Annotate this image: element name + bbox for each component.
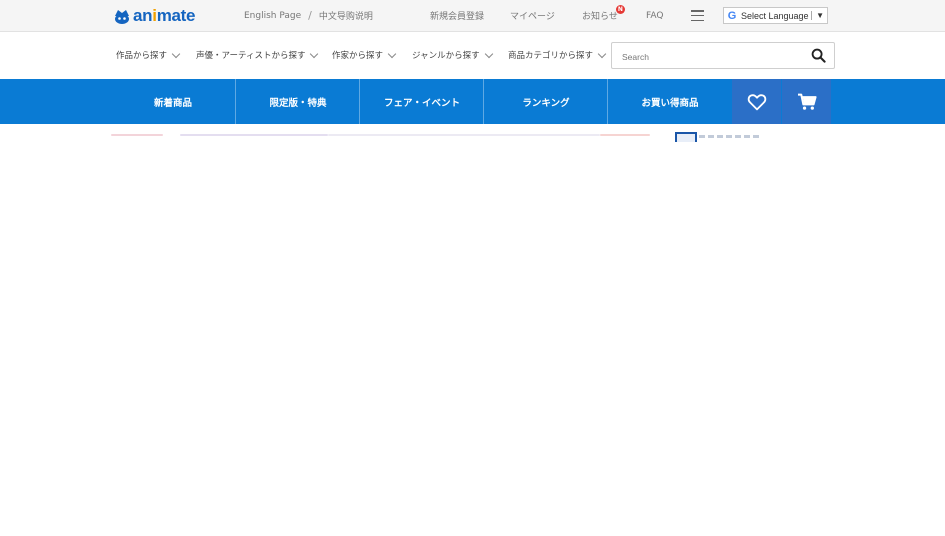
nav-fairs-events[interactable]: フェア・イベント: [359, 79, 484, 124]
banner-edge: [600, 134, 650, 136]
category-label: ジャンルから探す: [412, 51, 480, 61]
banner-edge: [111, 134, 163, 136]
nav-label: お買い得商品: [641, 97, 699, 109]
notice-badge: N: [615, 5, 625, 14]
category-label: 作家から探す: [332, 51, 384, 61]
heart-icon: [747, 93, 766, 110]
sidebar-thumbnail[interactable]: [675, 132, 697, 142]
chevron-down-icon: ▼: [811, 11, 827, 20]
nav-new-items[interactable]: 新着商品: [111, 79, 235, 124]
category-label: 声優・アーティストから探す: [196, 51, 306, 61]
category-genres[interactable]: ジャンルから探す: [412, 49, 493, 61]
top-utility-bar: animate English Page / 中文导购说明 新規会員登録 マイペ…: [0, 0, 945, 32]
category-label: 商品カテゴリから探す: [508, 51, 594, 61]
search-icon[interactable]: [811, 48, 826, 63]
register-link[interactable]: 新規会員登録: [430, 9, 484, 22]
nav-label: 限定版・特典: [269, 97, 327, 109]
favorites-button[interactable]: [732, 79, 781, 124]
language-select-label: Select Language: [741, 10, 809, 21]
banner-edge: [180, 134, 328, 136]
category-label: 作品から探す: [116, 51, 168, 61]
mypage-link[interactable]: マイページ: [510, 9, 555, 22]
hamburger-icon[interactable]: [691, 10, 704, 21]
category-authors[interactable]: 作家から探す: [332, 49, 397, 61]
category-works[interactable]: 作品から探す: [116, 49, 181, 61]
notice-link[interactable]: お知らせ N: [582, 5, 625, 22]
cart-icon: [797, 93, 817, 110]
notice-label: お知らせ: [582, 12, 618, 22]
chevron-down-icon: [310, 49, 319, 58]
nav-bargains[interactable]: お買い得商品: [607, 79, 732, 124]
language-select[interactable]: G Select Language ▼: [723, 7, 828, 24]
category-bar: 作品から探す 声優・アーティストから探す 作家から探す ジャンルから探す 商品カ…: [0, 32, 945, 79]
google-icon: G: [727, 9, 737, 22]
cart-button[interactable]: [782, 79, 831, 124]
nav-limited-editions[interactable]: 限定版・特典: [235, 79, 360, 124]
nav-label: フェア・イベント: [383, 97, 460, 109]
chevron-down-icon: [387, 49, 397, 58]
category-voice-actors[interactable]: 声優・アーティストから探す: [196, 49, 319, 61]
faq-link[interactable]: FAQ: [646, 11, 663, 21]
nav-label: ランキング: [522, 97, 570, 109]
nav-ranking[interactable]: ランキング: [483, 79, 608, 124]
chevron-down-icon: [484, 49, 493, 58]
main-nav: 新着商品 限定版・特典 フェア・イベント ランキング お買い得商品: [0, 79, 945, 124]
search-input[interactable]: [620, 48, 804, 65]
nav-label: 新着商品: [153, 97, 192, 109]
search-box: [611, 42, 835, 69]
chevron-down-icon: [597, 49, 607, 58]
chevron-down-icon: [171, 49, 181, 58]
category-product-types[interactable]: 商品カテゴリから探す: [508, 49, 607, 61]
banner-edge: [328, 134, 600, 136]
sidebar-text-fragment: [699, 135, 759, 138]
